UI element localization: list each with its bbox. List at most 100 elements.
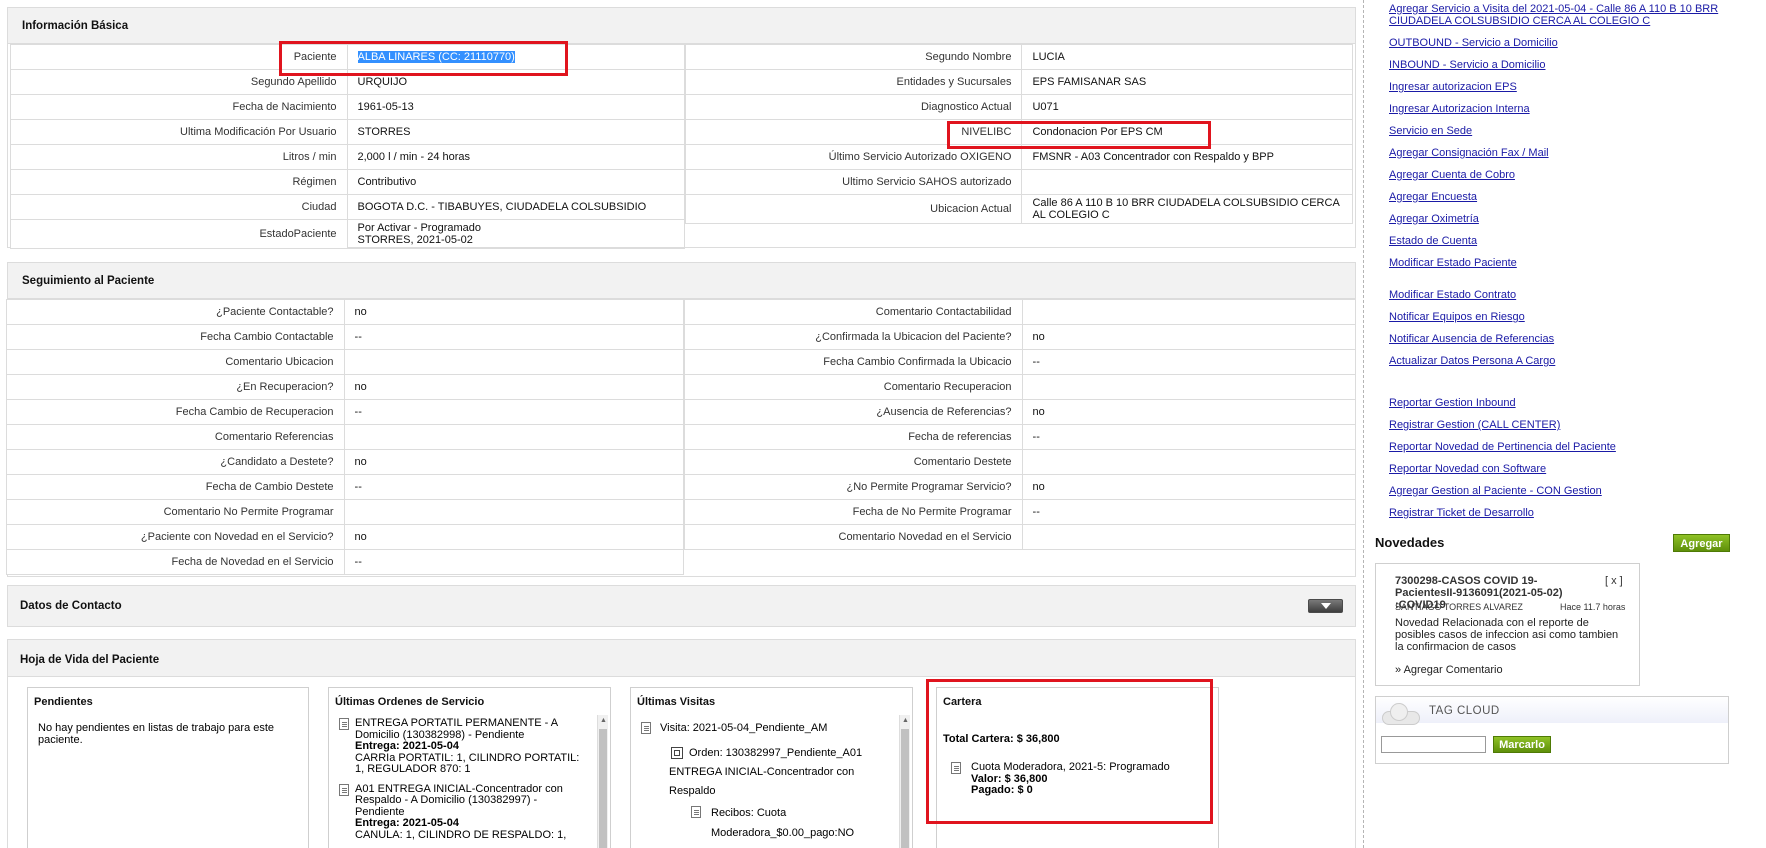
scroll-up-icon[interactable]: ▲ (600, 717, 607, 724)
field-value: no (343, 374, 685, 400)
ordenes-scrollbar[interactable]: ▲ (597, 715, 608, 848)
link-novedad-pertinencia[interactable]: Reportar Novedad de Pertinencia del Paci… (1389, 441, 1616, 453)
order-icon (671, 747, 683, 759)
cartera-item[interactable]: Cuota Moderadora, 2021-5: Programado Val… (951, 761, 1170, 797)
link-encuesta[interactable]: Agregar Encuesta (1389, 191, 1477, 203)
visitas-title: Últimas Visitas (637, 696, 716, 708)
table-row: Comentario Recuperacion (684, 374, 1357, 400)
link-autorizacion-eps[interactable]: Ingresar autorizacion EPS (1389, 81, 1517, 93)
link-gestion-call-center[interactable]: Registrar Gestion (CALL CENTER) (1389, 419, 1560, 431)
field-value: Contributivo (346, 169, 685, 195)
tag-input[interactable] (1381, 736, 1486, 753)
link-estado-cuenta[interactable]: Estado de Cuenta (1389, 235, 1477, 247)
field-value (1021, 169, 1353, 195)
field-label: Fecha de Cambio Destete (6, 474, 345, 500)
list-item[interactable]: A01 ENTREGA INICIAL-Concentrador con Res… (339, 782, 589, 842)
field-label: Comentario No Permite Programar (6, 499, 345, 525)
table-row: Segundo Nombre LUCIA (684, 44, 1353, 70)
visita-text: Visita: 2021-05-04_Pendiente_AM (660, 722, 828, 734)
document-icon (951, 762, 961, 774)
recibo-item[interactable]: Recibos: Cuota Moderadora_$0.00_pago:NO (641, 803, 891, 843)
table-row: Ubicacion Actual Calle 86 A 110 B 10 BRR … (684, 194, 1353, 224)
cartera-item-text: Cuota Moderadora, 2021-5: Programado Val… (971, 761, 1170, 797)
orden-item[interactable]: Orden: 130382997_Pendiente_A01 ENTREGA I… (641, 744, 891, 801)
link-notificar-ausencia[interactable]: Notificar Ausencia de Referencias (1389, 333, 1554, 345)
info-left-body: Paciente ALBA LINARES (CC: 21110770) Segu… (10, 44, 685, 249)
table-row: ¿Paciente Contactable? no (6, 299, 685, 325)
info-right-table: Segundo Nombre LUCIA Entidades y Sucursal… (684, 44, 1353, 224)
table-row: Comentario Destete (684, 449, 1357, 475)
field-label: ¿En Recuperacion? (6, 374, 345, 400)
link-gestion-paciente[interactable]: Agregar Gestion al Paciente - CON Gestio… (1389, 485, 1602, 497)
table-row: Comentario No Permite Programar (6, 499, 685, 525)
link-outbound[interactable]: OUTBOUND - Servicio a Domicilio (1389, 37, 1558, 49)
field-label: ¿No Permite Programar Servicio? (684, 474, 1023, 500)
expand-toggle-button[interactable] (1308, 599, 1343, 613)
agregar-comentario-link[interactable]: » Agregar Comentario (1395, 664, 1503, 676)
orden-desc: A01 ENTREGA INICIAL-Concentrador con Res… (355, 782, 563, 818)
table-row: ¿Paciente con Novedad en el Servicio? no (6, 524, 685, 550)
link-oximetria[interactable]: Agregar Oximetría (1389, 213, 1479, 225)
link-actualizar-datos[interactable]: Actualizar Datos Persona A Cargo (1389, 355, 1555, 367)
link-inbound[interactable]: INBOUND - Servicio a Domicilio (1389, 59, 1545, 71)
novedades-title: Novedades (1375, 535, 1445, 550)
seguimiento-left-body: ¿Paciente Contactable? no Fecha Cambio Co… (6, 299, 685, 575)
field-value: 2,000 l / min - 24 horas (346, 144, 685, 170)
table-row: Ultimo Servicio SAHOS autorizado (684, 169, 1353, 195)
orden-text: Orden: 130382997_Pendiente_A01 ENTREGA I… (669, 747, 863, 797)
field-value: Calle 86 A 110 B 10 BRR CIUDADELA COLSUB… (1021, 194, 1353, 224)
info-right-body: Segundo Nombre LUCIA Entidades y Sucursal… (684, 44, 1353, 224)
document-icon (339, 718, 349, 730)
document-icon (339, 783, 349, 796)
link-autorizacion-interna[interactable]: Ingresar Autorizacion Interna (1389, 103, 1530, 115)
field-value (343, 424, 685, 450)
link-modificar-estado-contrato[interactable]: Modificar Estado Contrato (1389, 289, 1516, 301)
paciente-selected-text[interactable]: ALBA LINARES (CC: 21110770) (357, 51, 515, 63)
field-value: -- (343, 324, 685, 350)
link-modificar-estado-paciente[interactable]: Modificar Estado Paciente (1389, 257, 1517, 269)
field-label: Fecha de No Permite Programar (684, 499, 1023, 525)
field-label: Fecha de Nacimiento (10, 94, 348, 120)
ordenes-card: Últimas Ordenes de Servicio ENTREGA PORT… (328, 687, 611, 848)
cartera-title: Cartera (943, 696, 982, 708)
receipt-icon (691, 806, 701, 818)
link-consignacion[interactable]: Agregar Consignación Fax / Mail (1389, 147, 1549, 159)
field-label: Comentario Destete (684, 449, 1023, 475)
field-label: Litros / min (10, 144, 348, 170)
orden-item-text: A01 ENTREGA INICIAL-Concentrador con Res… (355, 782, 589, 842)
table-row: Ultima Modificación Por Usuario STORRES (10, 119, 685, 145)
link-novedad-software[interactable]: Reportar Novedad con Software (1389, 463, 1546, 475)
link-servicio-sede[interactable]: Servicio en Sede (1389, 125, 1472, 137)
scrollbar-thumb[interactable] (901, 729, 909, 848)
cartera-card: Cartera Total Cartera: $ 36,800 Cuota Mo… (936, 687, 1219, 848)
field-label: Diagnostico Actual (684, 94, 1023, 120)
field-label: NIVELIBC (684, 119, 1023, 145)
link-cuenta-cobro[interactable]: Agregar Cuenta de Cobro (1389, 169, 1515, 181)
visitas-scrollbar[interactable]: ▲ (899, 715, 910, 848)
table-row: ¿En Recuperacion? no (6, 374, 685, 400)
table-row: ¿Confirmada la Ubicacion del Paciente? no (684, 324, 1357, 350)
tag-cloud-header: TAG CLOUD (1376, 697, 1728, 725)
link-notificar-equipos[interactable]: Notificar Equipos en Riesgo (1389, 311, 1525, 323)
field-value (343, 349, 685, 375)
list-item[interactable]: ENTREGA PORTATIL PERMANENTE - A Domicili… (339, 717, 589, 776)
field-label: Ubicacion Actual (684, 194, 1023, 224)
scrollbar-thumb[interactable] (599, 729, 607, 848)
paciente-value[interactable]: ALBA LINARES (CC: 21110770) (346, 44, 685, 70)
visita-item[interactable]: Visita: 2021-05-04_Pendiente_AM (641, 719, 891, 738)
link-agregar-servicio-visita[interactable]: Agregar Servicio a Visita del 2021-05-04… (1389, 3, 1729, 27)
field-value: 1961-05-13 (346, 94, 685, 120)
novedad-close-button[interactable]: [ x ] (1605, 575, 1623, 587)
scroll-up-icon[interactable]: ▲ (902, 717, 909, 724)
field-label: Segundo Nombre (684, 44, 1023, 70)
field-label: Comentario Referencias (6, 424, 345, 450)
table-row: Comentario Ubicacion (6, 349, 685, 375)
novedad-time: Hace 11.7 horas (1560, 602, 1626, 612)
link-ticket-desarrollo[interactable]: Registrar Ticket de Desarrollo (1389, 507, 1534, 519)
seguimiento-right-table: Comentario Contactabilidad ¿Confirmada l… (684, 299, 1357, 550)
agregar-novedad-button[interactable]: Agregar (1673, 534, 1730, 552)
datos-contacto-panel[interactable]: Datos de Contacto (7, 585, 1356, 627)
field-label: Comentario Ubicacion (6, 349, 345, 375)
link-gestion-inbound[interactable]: Reportar Gestion Inbound (1389, 397, 1516, 409)
marcarlo-button[interactable]: Marcarlo (1493, 736, 1551, 753)
